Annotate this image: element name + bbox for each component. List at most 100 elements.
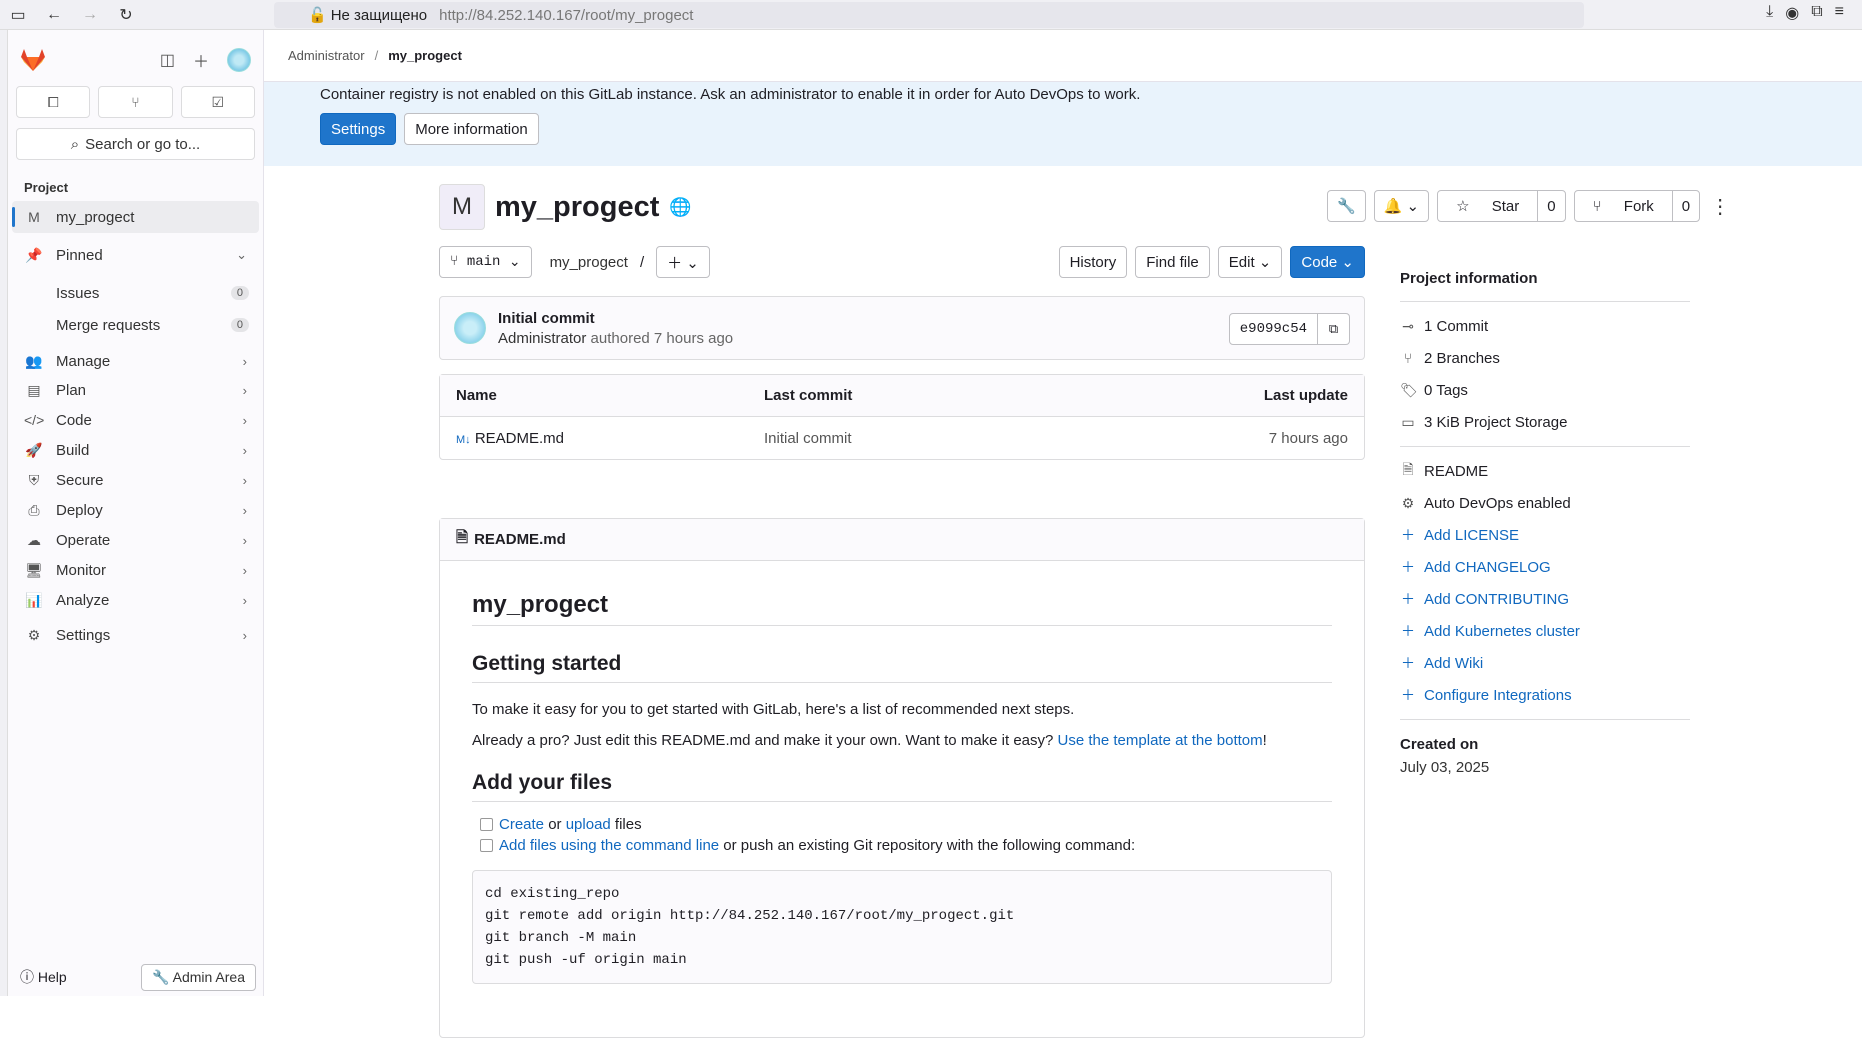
back-icon[interactable]: ←	[36, 0, 72, 30]
star-button-group[interactable]: ☆ Star 0	[1437, 190, 1566, 222]
breadcrumb-root[interactable]: Administrator	[288, 48, 365, 63]
readme-link[interactable]: 🗎 README	[1400, 455, 1690, 487]
collapse-sidebar-icon[interactable]: ◫	[160, 50, 175, 70]
fork-button-group[interactable]: ⑂ Fork 0	[1573, 190, 1701, 222]
commit-title[interactable]: Initial commit	[498, 310, 733, 327]
readme-filename[interactable]: README.md	[474, 531, 566, 548]
sidebar-item-monitor[interactable]: 🖥 Monitor ›	[12, 555, 259, 585]
auto-devops-banner: Container registry is not enabled on thi…	[264, 82, 1862, 166]
banner-more-info-button[interactable]: More information	[404, 113, 539, 145]
storage-link[interactable]: ▭ 3 KiB Project Storage	[1400, 406, 1690, 438]
sidebar-item-operate[interactable]: ☁ Operate ›	[12, 525, 259, 555]
copy-icon[interactable]: ⧉	[1318, 313, 1350, 345]
security-label[interactable]: Не защищено	[331, 7, 427, 24]
url-text[interactable]: http://84.252.140.167/root/my_progect	[439, 7, 693, 24]
commits-link[interactable]: ⊸ 1 Commit	[1400, 310, 1690, 342]
command-line-link[interactable]: Add files using the command line	[499, 837, 719, 854]
code-line: git push -uf origin main	[485, 952, 687, 968]
chevron-down-icon: ⌄	[236, 247, 247, 262]
configure-integrations-link[interactable]: ＋ Configure Integrations	[1400, 679, 1690, 711]
commit-author[interactable]: Administrator	[498, 330, 586, 347]
todo-shortcut-button[interactable]: ☑	[180, 86, 255, 118]
extensions-icon[interactable]: ⧉	[1811, 3, 1822, 23]
fork-icon: ⑂	[1592, 197, 1602, 215]
file-name[interactable]: README.md	[475, 430, 564, 447]
sidebar-item-merge-requests[interactable]: Merge requests 0	[12, 309, 259, 341]
commit-author-avatar[interactable]	[454, 312, 486, 344]
sidebar: ◫ ＋ ⧠ ⑂ ☑ ⌕ Search or go to... Project M…	[8, 30, 264, 996]
code-dropdown-button[interactable]: Code ⌄	[1290, 246, 1365, 278]
banner-text: Container registry is not enabled on thi…	[320, 86, 1141, 103]
upload-link[interactable]: upload	[566, 816, 611, 833]
fork-button[interactable]: ⑂ Fork	[1575, 191, 1672, 221]
plus-icon[interactable]: ＋	[193, 48, 209, 72]
add-kubernetes-link[interactable]: ＋ Add Kubernetes cluster	[1400, 615, 1690, 647]
sidebar-item-issues[interactable]: Issues 0	[12, 277, 259, 309]
search-button[interactable]: ⌕ Search or go to...	[16, 128, 255, 160]
template-link[interactable]: Use the template at the bottom	[1058, 732, 1263, 749]
star-count[interactable]: 0	[1537, 191, 1564, 221]
reload-icon[interactable]: ↻	[108, 0, 144, 30]
add-changelog-link[interactable]: ＋ Add CHANGELOG	[1400, 551, 1690, 583]
add-license-link[interactable]: ＋ Add LICENSE	[1400, 519, 1690, 551]
code-line: git branch -M main	[485, 930, 637, 946]
history-button[interactable]: History	[1058, 246, 1128, 278]
sidebar-item-label: Merge requests	[56, 316, 161, 334]
chevron-right-icon: ›	[242, 562, 247, 578]
repo-path[interactable]: my_progect	[550, 254, 628, 271]
tags-link[interactable]: 🏷 0 Tags	[1400, 374, 1690, 406]
sidebar-item-plan[interactable]: ▤ Plan ›	[12, 375, 259, 405]
notifications-button[interactable]: 🔔 ⌄	[1373, 190, 1430, 222]
code-line: git remote add origin http://84.252.140.…	[485, 908, 1015, 924]
branches-link[interactable]: ⑂ 2 Branches	[1400, 342, 1690, 374]
add-to-tree-button[interactable]: ＋ ⌄	[656, 246, 710, 278]
banner-settings-button[interactable]: Settings	[320, 113, 397, 145]
file-table: Name Last commit Last update M↓ README.m…	[439, 374, 1365, 460]
chevron-right-icon: ›	[242, 353, 247, 369]
menu-icon[interactable]: ≡	[1835, 3, 1844, 23]
admin-area-button[interactable]: 🔧 Admin Area	[141, 963, 256, 991]
help-icon: ⓘ	[20, 969, 34, 985]
address-bar[interactable]: 🔓 Не защищено http://84.252.140.167/root…	[274, 2, 1584, 28]
fork-count[interactable]: 0	[1671, 191, 1699, 221]
help-button[interactable]: ⓘ Help	[20, 967, 67, 987]
sidebar-item-build[interactable]: 🚀 Build ›	[12, 435, 259, 465]
branch-selector[interactable]: ⑂ main ⌄	[439, 246, 532, 278]
add-wiki-link[interactable]: ＋ Add Wiki	[1400, 647, 1690, 679]
edit-dropdown-button[interactable]: Edit ⌄	[1217, 246, 1283, 278]
insecure-lock-icon[interactable]: 🔓	[308, 6, 327, 24]
star-button[interactable]: ☆ Star	[1438, 191, 1537, 221]
task-checkbox[interactable]	[480, 839, 493, 852]
sidebar-item-deploy[interactable]: ⎙ Deploy ›	[12, 495, 259, 525]
task-checkbox[interactable]	[480, 818, 493, 831]
sidebar-item-pinned[interactable]: 📌 Pinned ⌄	[12, 239, 259, 271]
account-icon[interactable]: ◉	[1785, 3, 1799, 23]
issues-shortcut-button[interactable]: ⧠	[16, 86, 91, 118]
forward-icon[interactable]: →	[72, 0, 108, 30]
sidebar-item-project[interactable]: M my_progect	[12, 201, 259, 233]
link-label: Add CHANGELOG	[1424, 558, 1551, 576]
admin-settings-button[interactable]: 🔧	[1327, 190, 1366, 222]
auto-devops-link[interactable]: ⚙ Auto DevOps enabled	[1400, 487, 1690, 519]
sidebar-item-code[interactable]: </> Code ›	[12, 405, 259, 435]
create-link[interactable]: Create	[499, 816, 544, 833]
table-row[interactable]: M↓ README.md Initial commit 7 hours ago	[440, 417, 1364, 459]
sidebar-item-analyze[interactable]: 📊 Analyze ›	[12, 585, 259, 615]
sidebar-item-secure[interactable]: ⛨ Secure ›	[12, 465, 259, 495]
gitlab-logo-icon[interactable]	[20, 48, 46, 72]
code-block[interactable]: cd existing_repo git remote add origin ht…	[472, 870, 1332, 984]
breadcrumb-current[interactable]: my_progect	[388, 48, 462, 63]
sidebar-toggle-icon[interactable]: ▭	[0, 0, 36, 30]
add-contributing-link[interactable]: ＋ Add CONTRIBUTING	[1400, 583, 1690, 615]
branch-icon: ⑂	[450, 254, 459, 270]
more-actions-icon[interactable]: ⋮	[1708, 190, 1732, 222]
commit-sha[interactable]: e9099c54	[1228, 313, 1318, 345]
file-last-commit[interactable]: Initial commit	[764, 430, 1269, 447]
sidebar-item-settings[interactable]: ⚙ Settings ›	[12, 619, 259, 651]
user-avatar[interactable]	[227, 48, 251, 72]
readme-paragraph: Already a pro? Just edit this README.md …	[472, 732, 1332, 749]
merge-requests-shortcut-button[interactable]: ⑂	[98, 86, 173, 118]
sidebar-item-manage[interactable]: 👥 Manage ›	[12, 345, 259, 377]
download-icon[interactable]: ⤓	[1766, 3, 1773, 23]
find-file-button[interactable]: Find file	[1135, 246, 1210, 278]
